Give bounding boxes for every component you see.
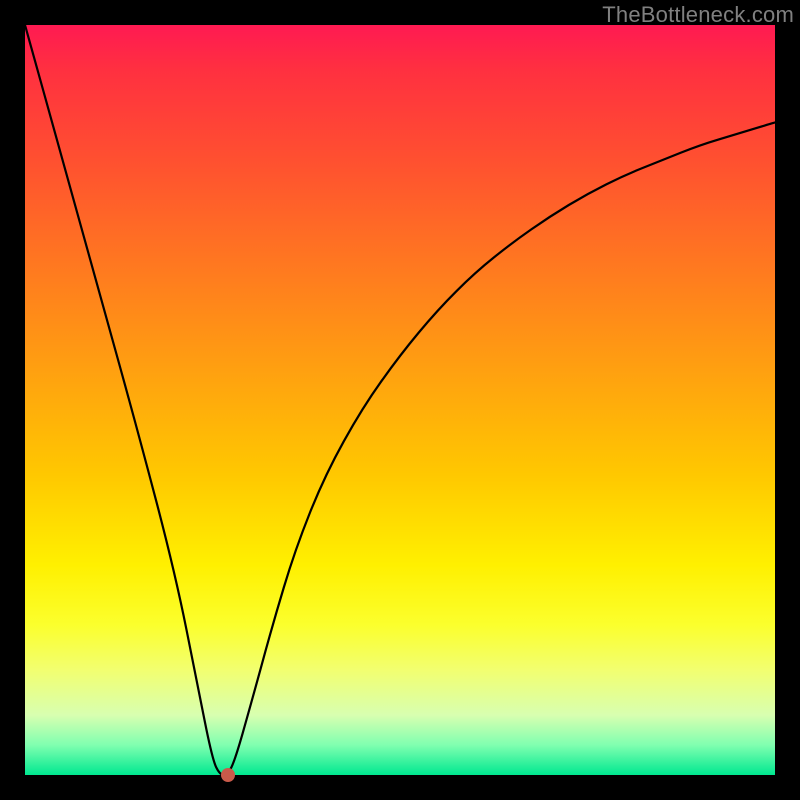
bottleneck-curve <box>25 25 775 775</box>
minimum-marker <box>221 768 235 782</box>
chart-frame: TheBottleneck.com <box>0 0 800 800</box>
plot-background <box>25 25 775 775</box>
curve-svg <box>25 25 775 775</box>
watermark-text: TheBottleneck.com <box>602 2 794 28</box>
